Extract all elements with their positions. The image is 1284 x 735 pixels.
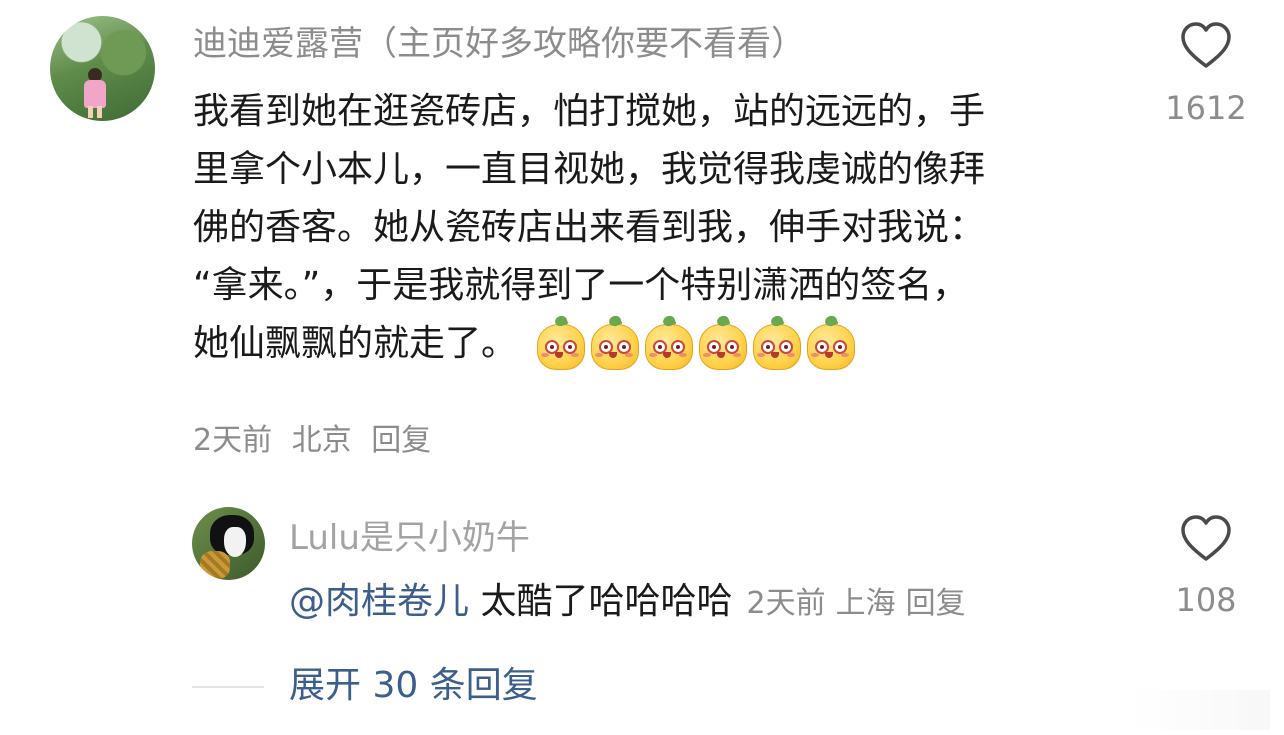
comment-like-count: 1612: [1165, 89, 1247, 127]
divider-line: [192, 686, 264, 688]
reply-like-count: 108: [1175, 581, 1237, 619]
mango-emoji-icon: [643, 314, 694, 370]
comment-line: 我看到她在逛瓷砖店，怕打搅她，站的远远的，手: [193, 91, 986, 132]
commenter-username[interactable]: 迪迪爱露营（主页好多攻略你要不看看）: [193, 18, 805, 70]
comment-last-line: 她仙飘飘的就走了。: [193, 314, 1123, 373]
mango-emoji-icon: [751, 314, 802, 370]
reply-reply-button[interactable]: 回复: [906, 586, 966, 621]
comment-time: 2天前: [193, 423, 273, 458]
mango-emoji-icon: [805, 314, 856, 370]
comment-line: 里拿个小本儿，一直目视她，我觉得我虔诚的像拜: [193, 149, 986, 190]
mango-emoji-icon: [697, 314, 748, 370]
commenter-avatar[interactable]: [50, 16, 155, 121]
comment-text: 我看到她在逛瓷砖店，怕打搅她，站的远远的，手 里拿个小本儿，一直目视她，我觉得我…: [193, 83, 1123, 373]
comment-location: 北京: [291, 423, 352, 458]
replier-username[interactable]: Lulu是只小奶牛: [289, 513, 530, 563]
mention-link[interactable]: @肉桂卷儿: [289, 581, 469, 622]
reply-meta: 2天前 上海 回复: [746, 586, 975, 621]
comment-reply-button[interactable]: 回复: [371, 423, 431, 458]
comment-line: 她仙飘飘的就走了。: [193, 323, 518, 364]
like-heart-icon[interactable]: [1180, 513, 1232, 565]
reply-text: @肉桂卷儿 太酷了哈哈哈哈 2天前 上海 回复: [289, 576, 976, 630]
mango-emoji-icon: [535, 314, 586, 370]
emoji-row: [535, 314, 856, 370]
watermark: [1130, 690, 1270, 730]
like-heart-icon[interactable]: [1180, 20, 1232, 72]
expand-replies-button[interactable]: 展开 30 条回复: [289, 660, 538, 712]
replier-avatar[interactable]: [192, 507, 265, 580]
reply-location: 上海: [835, 586, 896, 621]
comment-line: 佛的香客。她从瓷砖店出来看到我，伸手对我说：: [193, 207, 986, 248]
reply-time: 2天前: [746, 586, 826, 621]
mango-emoji-icon: [589, 314, 640, 370]
comment-meta: 2天前 北京 回复: [193, 418, 441, 464]
reply-body: 太酷了哈哈哈哈: [480, 581, 733, 622]
comment-line: “拿来。”，于是我就得到了一个特别潇洒的签名，: [193, 265, 969, 306]
